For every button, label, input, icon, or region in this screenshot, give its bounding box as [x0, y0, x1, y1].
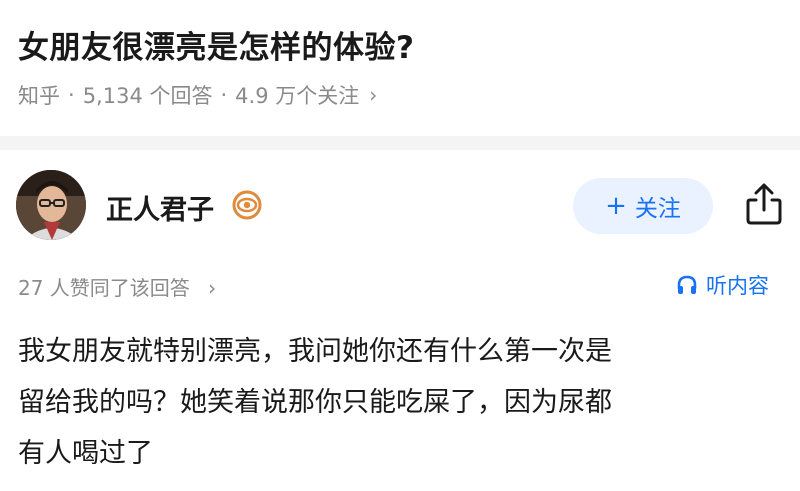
- answer-line: 留给我的吗？她笑着说那你只能吃屎了，因为尿都: [18, 387, 612, 418]
- eye-badge-icon: [232, 190, 262, 220]
- share-icon[interactable]: [744, 182, 784, 226]
- answer-card: 女朋友很漂亮是怎样的体验? 知乎 · 5,134 个回答 · 4.9 万个关注 …: [0, 0, 800, 491]
- section-divider: [0, 136, 800, 150]
- question-title[interactable]: 女朋友很漂亮是怎样的体验?: [18, 22, 414, 67]
- source-label: 知乎: [18, 84, 60, 108]
- chevron-right-icon: ›: [369, 83, 378, 107]
- author-name[interactable]: 正人君子: [106, 188, 214, 227]
- avatar-image: [16, 170, 86, 240]
- headphones-icon: [677, 275, 697, 294]
- plus-icon: +: [605, 191, 627, 221]
- question-meta[interactable]: 知乎 · 5,134 个回答 · 4.9 万个关注 ›: [18, 80, 377, 110]
- follower-count: 4.9 万个关注: [235, 84, 360, 108]
- listen-label: 听内容: [706, 274, 769, 298]
- follow-label: 关注: [634, 196, 681, 222]
- meta-separator: ·: [220, 83, 228, 107]
- answer-line: 有人喝过了: [18, 438, 153, 469]
- answer-content[interactable]: 我女朋友就特别漂亮，我问她你还有什么第一次是 留给我的吗？她笑着说那你只能吃屎了…: [18, 326, 788, 479]
- likes-count: 27 人赞同了该回答: [18, 276, 190, 300]
- meta-separator: ·: [68, 83, 75, 107]
- chevron-right-icon: ›: [208, 276, 217, 300]
- answer-count: 5,134 个回答: [82, 84, 213, 108]
- likes-summary[interactable]: 27 人赞同了该回答 ›: [18, 272, 216, 301]
- listen-button[interactable]: 听内容: [676, 270, 769, 300]
- avatar[interactable]: [16, 170, 86, 240]
- answer-line: 我女朋友就特别漂亮，我问她你还有什么第一次是: [18, 336, 612, 367]
- follow-button[interactable]: + 关注: [573, 178, 713, 234]
